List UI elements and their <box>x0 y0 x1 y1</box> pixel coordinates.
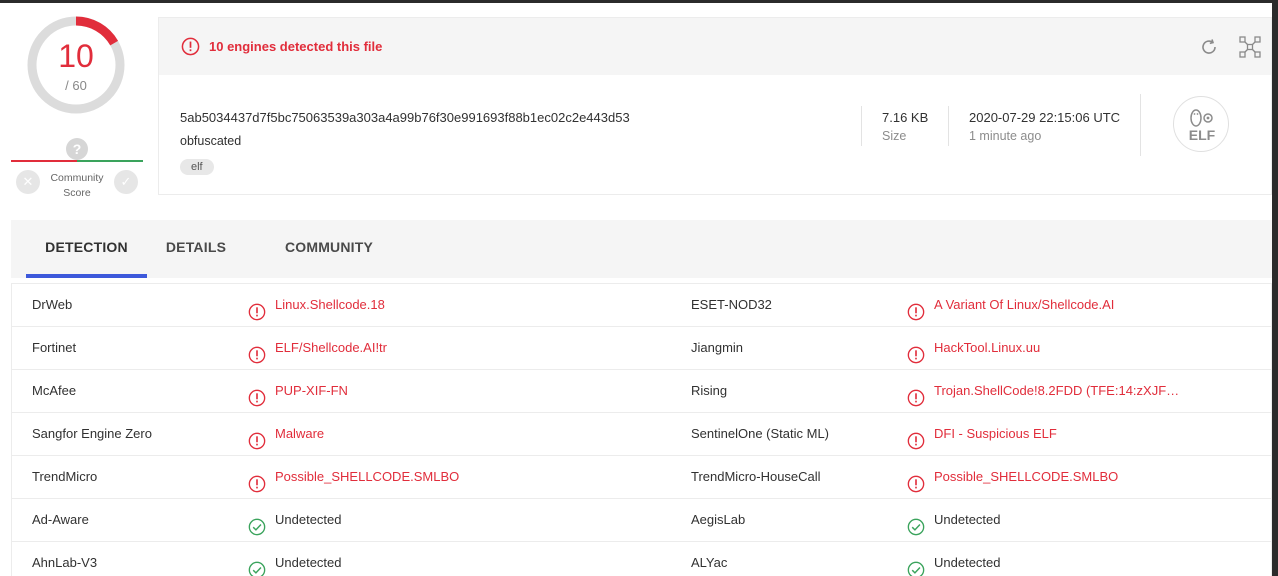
detection-result: Trojan.ShellCode!8.2FDD (TFE:14:zXJF… <box>934 383 1180 398</box>
file-type-elf-icon: ELF <box>1173 96 1229 152</box>
detection-result: Linux.Shellcode.18 <box>275 297 385 312</box>
tab-detection[interactable]: DETECTION <box>26 220 147 278</box>
detection-result: HackTool.Linux.uu <box>934 340 1041 355</box>
detection-result: Undetected <box>934 555 1001 570</box>
detection-result: A Variant Of Linux/Shellcode.AI <box>934 297 1115 312</box>
check-circle-icon <box>248 554 266 576</box>
alert-circle-icon <box>181 37 200 56</box>
engine-name: SentinelOne (Static ML) <box>691 426 830 441</box>
engine-name: AegisLab <box>691 512 746 527</box>
detection-result: Undetected <box>275 555 342 570</box>
reanalyze-icon[interactable] <box>1199 37 1219 57</box>
check-circle-icon <box>907 511 925 536</box>
detection-result: Malware <box>275 426 325 441</box>
community-score: ? ✕ Community Score ✓ <box>10 133 144 203</box>
engine-name: Jiangmin <box>691 340 744 355</box>
table-row: Sangfor Engine Zero Malware SentinelOne (S… <box>12 413 1271 456</box>
detection-alert-bar: 10 engines detected this file <box>159 18 1271 75</box>
detection-result: DFI - Suspicious ELF <box>934 426 1057 441</box>
check-circle-icon <box>248 511 266 536</box>
detection-result: Possible_SHELLCODE.SMLBO <box>934 469 1119 484</box>
detection-result: Possible_SHELLCODE.SMLBO <box>275 469 460 484</box>
engine-name: Ad-Aware <box>32 512 89 527</box>
detections-table: DrWeb Linux.Shellcode.18 ESET-NOD32 A Varia… <box>11 283 1272 576</box>
alert-circle-icon <box>248 425 266 450</box>
divider <box>948 106 949 146</box>
vote-harmless-button[interactable]: ✓ <box>114 170 138 194</box>
engine-name: TrendMicro-HouseCall <box>691 469 821 484</box>
alert-circle-icon <box>907 296 925 321</box>
table-row: TrendMicro Possible_SHELLCODE.SMLBO TrendM… <box>12 456 1271 499</box>
table-row: DrWeb Linux.Shellcode.18 ESET-NOD32 A Varia… <box>12 284 1271 327</box>
analysis-date-relative: 1 minute ago <box>969 129 1042 143</box>
question-icon: ? <box>66 138 88 160</box>
file-type-label: ELF <box>1188 127 1216 143</box>
engine-name: AhnLab-V3 <box>32 555 98 570</box>
alert-circle-icon <box>907 468 925 493</box>
alert-circle-icon <box>248 382 266 407</box>
graph-view-icon[interactable] <box>1238 35 1262 59</box>
detection-result: Undetected <box>934 512 1001 527</box>
community-score-label: Community Score <box>50 172 104 199</box>
detection-score-gauge: 10 / 60 <box>26 15 126 115</box>
vote-harmful-button[interactable]: ✕ <box>16 170 40 194</box>
community-bar-negative <box>11 160 77 162</box>
detection-alert-text: 10 engines detected this file <box>209 39 383 54</box>
tab-community[interactable]: COMMUNITY <box>266 220 392 278</box>
engine-name: DrWeb <box>32 297 73 312</box>
alert-circle-icon <box>907 339 925 364</box>
alert-circle-icon <box>907 382 925 407</box>
file-tag[interactable]: elf <box>180 159 214 175</box>
table-row: Fortinet ELF/Shellcode.AI!tr Jiangmin HackT… <box>12 327 1271 370</box>
file-name: obfuscated <box>180 134 242 148</box>
divider <box>1140 94 1141 156</box>
file-summary-card: 10 engines detected this file 5ab5034437… <box>158 17 1272 195</box>
analysis-date-value: 2020-07-29 22:15:06 UTC <box>969 110 1121 125</box>
total-engines: / 60 <box>65 78 87 93</box>
check-circle-icon <box>907 554 925 576</box>
detection-result: PUP-XIF-FN <box>275 383 348 398</box>
engine-name: Fortinet <box>32 340 77 355</box>
report-tabs: DETECTION DETAILS COMMUNITY <box>11 220 1272 278</box>
community-bar-positive <box>77 160 143 162</box>
table-row: Ad-Aware Undetected AegisLab Undetected <box>12 499 1271 542</box>
alert-circle-icon <box>248 339 266 364</box>
engine-name: ESET-NOD32 <box>691 297 772 312</box>
engine-name: Sangfor Engine Zero <box>32 426 152 441</box>
engine-name: ALYac <box>691 555 728 570</box>
tab-details[interactable]: DETAILS <box>152 220 240 278</box>
alert-circle-icon <box>248 296 266 321</box>
divider <box>861 106 862 146</box>
alert-circle-icon <box>907 425 925 450</box>
table-row: McAfee PUP-XIF-FN Rising Trojan.ShellCode!8… <box>12 370 1271 413</box>
engine-name: McAfee <box>32 383 77 398</box>
detection-result: Undetected <box>275 512 342 527</box>
table-row: AhnLab-V3 Undetected ALYac Undetected <box>12 542 1271 576</box>
alert-circle-icon <box>248 468 266 493</box>
file-hash[interactable]: 5ab5034437d7f5bc75063539a303a4a99b76f30e… <box>180 110 630 125</box>
engine-name: TrendMicro <box>32 469 98 484</box>
detected-count: 10 <box>58 38 94 74</box>
file-size-label: Size <box>882 129 907 143</box>
engine-name: Rising <box>691 383 728 398</box>
detection-result: ELF/Shellcode.AI!tr <box>275 340 387 355</box>
file-size-value: 7.16 KB <box>882 110 929 125</box>
